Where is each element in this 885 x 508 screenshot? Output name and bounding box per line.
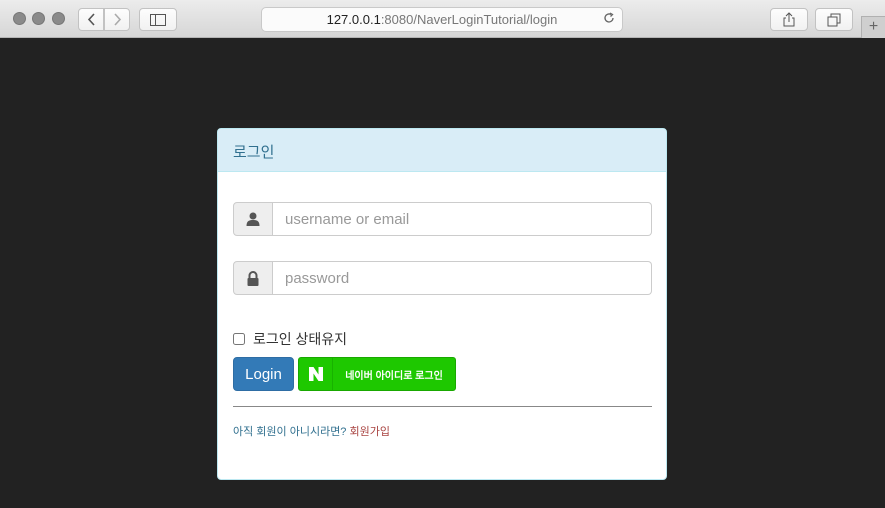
share-button[interactable] — [770, 8, 808, 31]
url-host: 127.0.0.1 — [326, 12, 381, 27]
share-icon — [783, 12, 795, 27]
sidebar-icon — [150, 13, 166, 26]
signup-prompt: 아직 회원이 아니시라면? — [233, 426, 347, 438]
lock-icon — [247, 270, 259, 286]
reload-icon[interactable] — [603, 11, 615, 27]
new-tab-button[interactable]: + — [861, 16, 885, 38]
user-icon — [246, 212, 260, 226]
back-button[interactable] — [78, 8, 104, 31]
browser-toolbar: 127.0.0.1:8080/NaverLoginTutorial/login … — [0, 0, 885, 38]
tabs-overview-button[interactable] — [815, 8, 853, 31]
zoom-window-button[interactable] — [52, 12, 65, 25]
password-group — [233, 261, 652, 295]
minimize-window-button[interactable] — [32, 12, 45, 25]
forward-button[interactable] — [104, 8, 130, 31]
panel-title: 로그인 — [218, 129, 666, 172]
naver-logo-icon — [299, 358, 333, 390]
password-input[interactable] — [273, 261, 652, 295]
username-group — [233, 202, 652, 236]
naver-login-button[interactable]: 네이버 아이디로 로그인 — [298, 357, 456, 391]
tabs-icon — [827, 13, 841, 26]
url-path: :8080/NaverLoginTutorial/login — [380, 12, 558, 27]
chevron-right-icon — [113, 13, 121, 26]
login-panel: 로그인 로그인 상태유지 Login 네이버 아이디로 로그인 아직 회원이 아… — [217, 128, 667, 480]
chevron-left-icon — [87, 13, 95, 26]
close-window-button[interactable] — [13, 12, 26, 25]
remember-label: 로그인 상태유지 — [253, 331, 348, 347]
remember-checkbox[interactable] — [233, 333, 245, 345]
address-bar[interactable]: 127.0.0.1:8080/NaverLoginTutorial/login — [261, 7, 623, 32]
remember-me[interactable]: 로그인 상태유지 — [233, 329, 347, 349]
sidebar-button[interactable] — [139, 8, 177, 31]
naver-button-label: 네이버 아이디로 로그인 — [345, 370, 443, 382]
divider — [233, 406, 652, 407]
signup-link[interactable]: 회원가입 — [350, 426, 390, 438]
signup-row: 아직 회원이 아니시라면? 회원가입 — [233, 423, 390, 439]
login-button[interactable]: Login — [233, 357, 294, 391]
lock-addon — [233, 261, 273, 295]
username-input[interactable] — [273, 202, 652, 236]
user-addon — [233, 202, 273, 236]
